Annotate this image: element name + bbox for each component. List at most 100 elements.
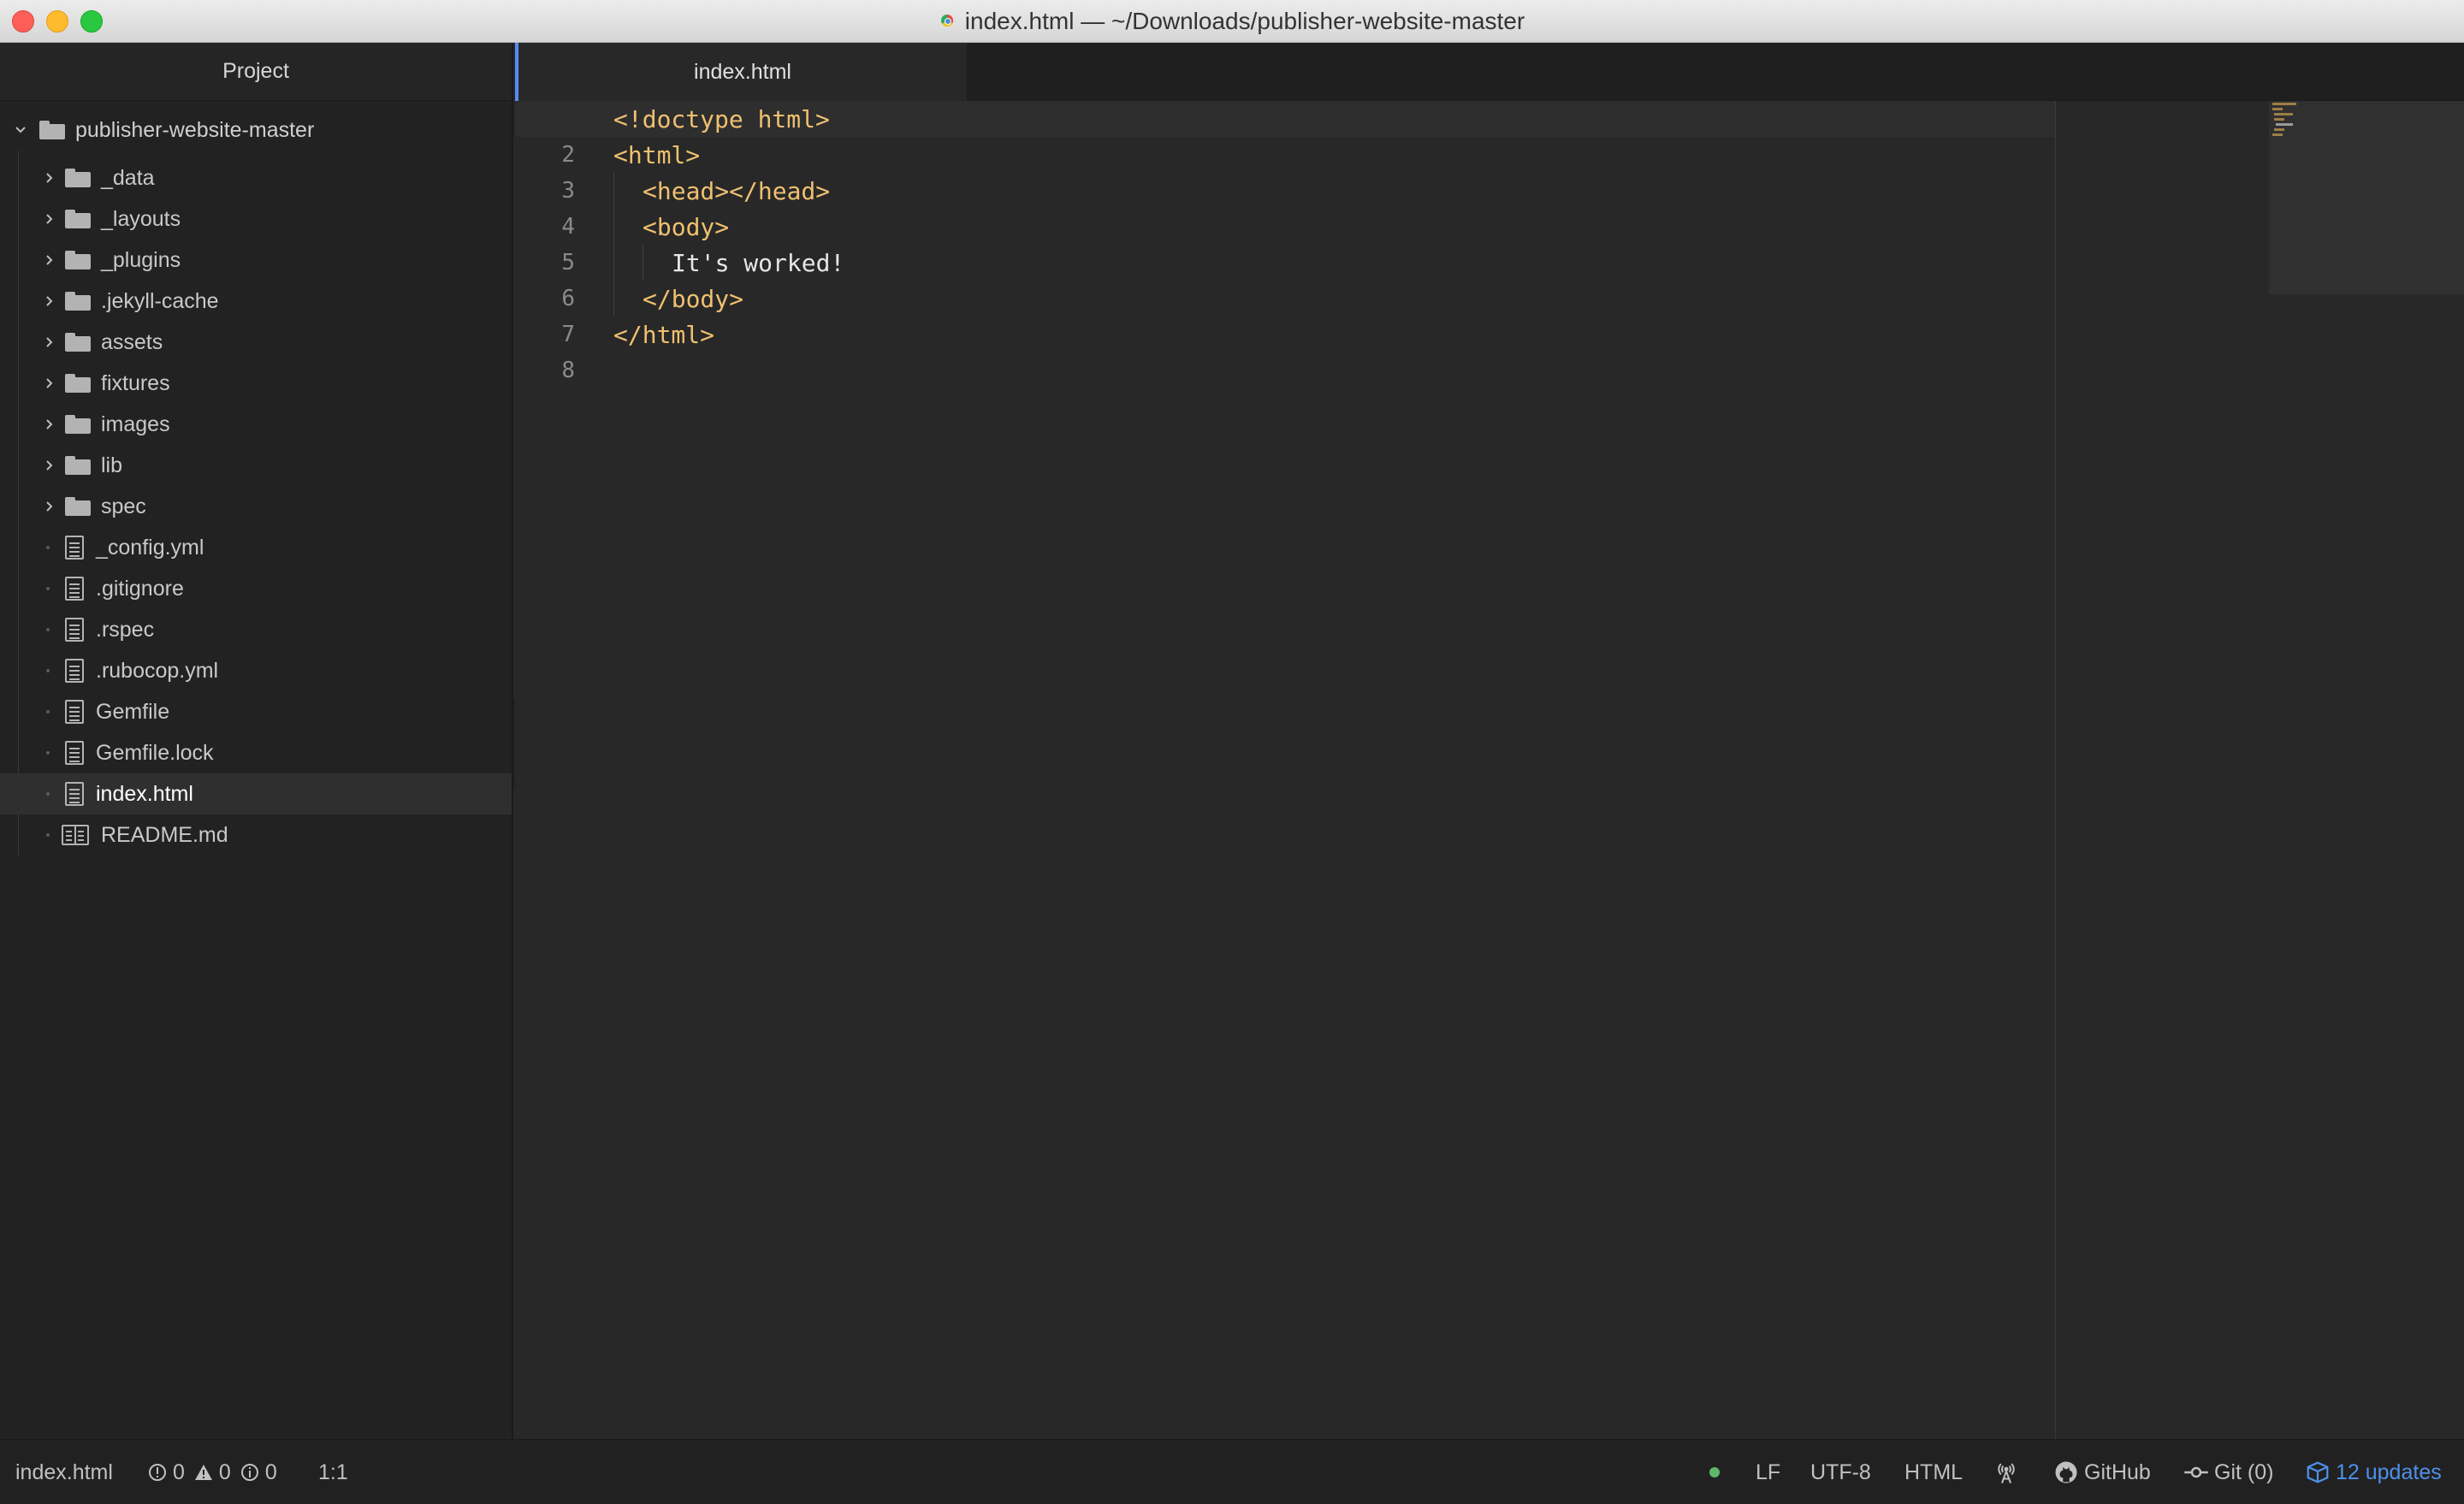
file-text-icon xyxy=(65,536,84,560)
tree-item-label: _data xyxy=(101,165,155,190)
tree-item-label: spec xyxy=(101,494,146,518)
info-count: 0 xyxy=(264,1460,277,1484)
line-number: 8 xyxy=(561,358,575,383)
chevron-right-icon xyxy=(41,252,58,269)
folder-icon xyxy=(65,374,91,393)
indent-guide xyxy=(613,209,614,245)
minimap-line xyxy=(2272,103,2296,105)
package-icon xyxy=(2307,1461,2329,1483)
indent-guide xyxy=(613,173,614,209)
code-line[interactable]: </body> xyxy=(613,281,2464,317)
minimap-line xyxy=(2276,123,2293,126)
tree-folder-item[interactable]: _data xyxy=(0,157,512,198)
info-icon xyxy=(240,1464,258,1481)
encoding-selector[interactable]: UTF-8 xyxy=(1810,1440,1871,1504)
tree-file-item[interactable]: index.html xyxy=(0,773,512,814)
code-text: <head></head> xyxy=(643,176,831,205)
tree-file-item[interactable]: Gemfile xyxy=(0,691,512,732)
folder-icon xyxy=(65,333,91,352)
minimap-line xyxy=(2272,108,2283,110)
tree-folder-item[interactable]: _layouts xyxy=(0,198,512,240)
tree-file-item[interactable]: .rspec xyxy=(0,609,512,650)
code-line[interactable]: </html> xyxy=(613,317,2464,352)
chevron-right-icon xyxy=(41,375,58,392)
line-number: 5 xyxy=(561,250,575,275)
tree-folder-item[interactable]: lib xyxy=(0,445,512,486)
code-text: <body> xyxy=(643,212,730,241)
tree-file-item[interactable]: .rubocop.yml xyxy=(0,650,512,691)
file-text-icon xyxy=(65,577,84,601)
line-ending-selector[interactable]: LF xyxy=(1756,1440,1780,1504)
teletype-button[interactable] xyxy=(1993,1440,2024,1504)
updates-button[interactable]: 12 updates xyxy=(2305,1440,2442,1504)
tree-item-label: .gitignore xyxy=(96,576,184,601)
line-number: 7 xyxy=(561,322,575,347)
line-number: 2 xyxy=(561,142,575,168)
chevron-right-icon xyxy=(41,498,58,515)
indent-guide xyxy=(613,281,614,317)
github-label: GitHub xyxy=(2084,1460,2151,1484)
chevron-down-icon xyxy=(12,121,29,139)
folder-icon xyxy=(65,456,91,475)
code-line[interactable]: It's worked! xyxy=(613,245,2464,281)
code-line[interactable]: <!doctype html> xyxy=(515,101,2055,137)
tree-folder-item[interactable]: .jekyll-cache xyxy=(0,281,512,322)
file-text-icon xyxy=(65,782,84,806)
tree-file-item[interactable]: _config.yml xyxy=(0,527,512,568)
editor-pane[interactable]: 12345678 <!doctype html><html><head></he… xyxy=(515,101,2464,1439)
tree-item-label: Gemfile xyxy=(96,699,170,724)
code-line[interactable] xyxy=(613,352,2464,388)
folder-icon xyxy=(65,169,91,187)
folder-icon xyxy=(39,121,65,139)
tree-dot xyxy=(46,669,50,672)
code-text: It's worked! xyxy=(672,248,845,277)
tree-item-label: .jekyll-cache xyxy=(101,288,219,313)
project-sidebar: Project publisher-website-master _data _l… xyxy=(0,43,513,1439)
tree-folder-item[interactable]: _plugins xyxy=(0,240,512,281)
chevron-right-icon xyxy=(41,169,58,187)
tree-dot xyxy=(46,710,50,714)
chevron-right-icon xyxy=(41,210,58,228)
tree-root-folder[interactable]: publisher-website-master xyxy=(0,110,512,151)
html-file-icon xyxy=(939,12,955,31)
tree-dot xyxy=(46,751,50,755)
tree-item-label: assets xyxy=(101,329,163,354)
window-title: index.html — ~/Downloads/publisher-websi… xyxy=(964,8,1525,34)
tree-folder-item[interactable]: assets xyxy=(0,322,512,363)
tree-file-item[interactable]: .gitignore xyxy=(0,568,512,609)
chevron-right-icon xyxy=(41,416,58,433)
tree-file-item[interactable]: Gemfile.lock xyxy=(0,732,512,773)
window-title-container: index.html — ~/Downloads/publisher-websi… xyxy=(0,0,2464,43)
tree-item-label: .rubocop.yml xyxy=(96,658,219,683)
grammar-selector[interactable]: HTML xyxy=(1904,1440,1963,1504)
github-icon xyxy=(2055,1461,2077,1483)
code-line[interactable]: <body> xyxy=(613,209,2464,245)
file-text-icon xyxy=(65,618,84,642)
git-label: Git (0) xyxy=(2214,1460,2274,1484)
tree-folder-item[interactable]: fixtures xyxy=(0,363,512,404)
tree-item-label: _config.yml xyxy=(96,535,204,560)
tree-item-label: _layouts xyxy=(101,206,181,231)
tree-file-item[interactable]: README.md xyxy=(0,814,512,856)
diagnostics-summary[interactable]: 0 0 0 xyxy=(147,1440,277,1504)
tree-folder-item[interactable]: spec xyxy=(0,486,512,527)
green-dot-icon xyxy=(1709,1467,1720,1477)
error-count: 0 xyxy=(173,1460,185,1484)
code-line[interactable]: <head></head> xyxy=(613,173,2464,209)
git-commit-icon xyxy=(2184,1466,2208,1478)
code-area[interactable]: <!doctype html> <html> <head></head> <body>… xyxy=(515,101,2464,388)
cursor-position[interactable]: 1:1 xyxy=(318,1440,348,1504)
github-button[interactable]: GitHub xyxy=(2053,1440,2151,1504)
tree-children: _data _layouts _plugins .jekyll-cache assets… xyxy=(0,151,512,856)
minimap-line xyxy=(2272,133,2283,136)
sidebar-header[interactable]: Project xyxy=(0,43,512,101)
git-button[interactable]: Git (0) xyxy=(2183,1440,2273,1504)
status-bar: index.html 0 0 0 1:1 LF UTF-8 HTML GitHu… xyxy=(0,1439,2464,1504)
status-file-name[interactable]: index.html xyxy=(15,1440,113,1504)
line-number: 3 xyxy=(561,178,575,204)
code-line[interactable]: <html> xyxy=(613,137,2464,173)
root-folder-label: publisher-website-master xyxy=(75,117,315,142)
tab-index-html[interactable]: index.html xyxy=(515,43,967,101)
tree-folder-item[interactable]: images xyxy=(0,404,512,445)
minimap[interactable] xyxy=(2269,101,2464,294)
